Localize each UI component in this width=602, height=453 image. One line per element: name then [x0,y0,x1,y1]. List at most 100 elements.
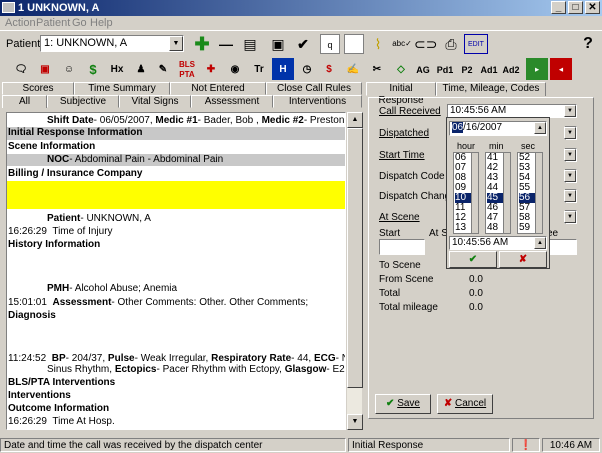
tools-icon[interactable]: ✂ [366,58,388,80]
chevron-down-icon[interactable]: ▼ [564,149,576,161]
billing-icon[interactable]: $ [82,58,104,80]
section-bls-pta: BLS/PTA Interventions [8,377,116,388]
tab-interventions[interactable]: Interventions [273,95,362,108]
trauma-button[interactable]: Tr [248,58,270,80]
tab-time-mileage-codes[interactable]: Time, Mileage, Codes [436,82,546,96]
tab-subjective[interactable]: Subjective [47,95,119,108]
form-icon[interactable]: ◇ [390,58,412,80]
hour-column[interactable]: 06 07 08 09 10 11 12 13 [453,152,479,234]
dispatch-change-label: Dispatch Change [379,191,456,202]
clock-icon[interactable]: ◷ [296,58,318,80]
patient-select[interactable]: 1: UNKNOWN, A ▼ [40,35,184,52]
bls-pta-button[interactable]: BLS PTA [176,58,198,80]
printer-icon[interactable]: ⎙ [441,34,461,54]
syringe-icon[interactable]: ✎ [152,58,174,80]
datetime-picker[interactable]: 06/16/2007 ▲ hour min sec 06 07 08 09 10 11 12… [446,117,550,269]
signature-icon[interactable]: ✍ [342,58,364,80]
hx-button[interactable]: Hx [106,58,128,80]
ag-button[interactable]: AG [412,58,434,80]
medical-bag-icon[interactable]: ▣ [34,58,56,80]
picker-ok-button[interactable]: ✔ [449,251,497,268]
menu-patient[interactable]: Patient [36,17,70,29]
assessment-line: 15:01:01 Assessment- Other Comments: Oth… [8,297,309,308]
state-data-receive-icon[interactable]: ◀ [550,58,572,80]
chevron-down-icon[interactable]: ▼ [564,211,576,223]
spellcheck-icon[interactable]: abc✓ [392,34,412,54]
ad2-button[interactable]: Ad2 [500,58,522,80]
medkit-icon[interactable]: ✚ [200,58,222,80]
status-bar: Date and time the call was received by t… [0,437,602,453]
date-field[interactable]: 06/16/2007 ▲ [449,121,547,136]
patient-select-value: 1: UNKNOWN, A [44,37,128,49]
tab-time-summary[interactable]: Time Summary [74,82,170,95]
scroll-thumb[interactable] [347,128,363,388]
picker-min-option[interactable]: 48 [487,223,503,233]
scroll-down-icon[interactable]: ▼ [347,414,363,430]
history-icon[interactable]: 🗨 [10,58,32,80]
tab-close-call-rules[interactable]: Close Call Rules [266,82,362,95]
person-icon[interactable]: ♟ [130,58,152,80]
time-field[interactable]: 10:45:56 AM ▲ [449,236,547,250]
ad1-button[interactable]: Ad1 [478,58,500,80]
dispatched-dropdown[interactable]: ▼ [564,126,577,140]
chevron-down-icon[interactable]: ▼ [564,127,576,139]
picker-min-scrollbar[interactable] [503,153,510,233]
picker-hour-option[interactable]: 13 [455,223,471,233]
dispatch-code-dropdown[interactable]: ▼ [564,169,577,183]
eye-icon[interactable]: ◉ [224,58,246,80]
menu-help[interactable]: Help [90,17,113,29]
picker-sec-option[interactable]: 59 [519,223,535,233]
tab-initial-response[interactable]: Initial Response [366,82,436,106]
tab-assessment[interactable]: Assessment [191,95,273,108]
tab-all[interactable]: All [2,95,47,108]
face-icon[interactable]: ☺ [58,58,80,80]
add-icon[interactable]: ✚ [192,34,212,54]
chevron-down-icon[interactable]: ▼ [564,105,576,117]
start-input[interactable] [379,239,425,255]
minimize-button[interactable]: _ [551,1,566,14]
scroll-up-icon[interactable]: ▲ [347,112,363,128]
at-scene-dropdown[interactable]: ▼ [564,210,577,224]
patient-label: Patient [6,38,41,50]
maximize-button[interactable]: □ [568,1,583,14]
report-document[interactable]: Shift Date- 06/05/2007, Medic #1- Bader,… [6,112,346,430]
p2-button[interactable]: P2 [456,58,478,80]
chevron-down-icon[interactable]: ▼ [564,190,576,202]
picker-hour-scrollbar[interactable] [471,153,478,233]
min-column[interactable]: 41 42 43 44 45 46 47 48 [485,152,511,234]
pd1-button[interactable]: Pd1 [434,58,456,80]
checkmark-icon[interactable]: ✔ [293,34,313,54]
picker-cancel-button[interactable]: ✘ [499,251,547,268]
total-value: 0.0 [469,288,483,299]
chevron-down-icon[interactable]: ▼ [564,170,576,182]
dispatch-change-dropdown[interactable]: ▼ [564,189,577,203]
chevron-down-icon[interactable]: ▼ [169,36,183,51]
call-received-field[interactable]: 10:45:56 AM ▼ [447,104,577,118]
date-spinner[interactable]: ▲ [534,122,546,134]
paperclip-icon[interactable]: ⌇ [368,34,388,54]
hospital-button[interactable]: H [272,58,294,80]
start-time-dropdown[interactable]: ▼ [564,148,577,162]
picker-sec-scrollbar[interactable] [535,153,542,233]
sec-column[interactable]: 52 53 54 55 56 57 58 59 [517,152,543,234]
find-icon[interactable]: q [320,34,340,54]
tab-vital-signs[interactable]: Vital Signs [119,95,191,108]
billing-code-icon[interactable]: $ [318,58,340,80]
save-disk-icon[interactable]: ▣ [268,34,288,54]
time-spinner[interactable]: ▲ [534,237,546,249]
document-icon[interactable]: ▤ [240,34,260,54]
tab-not-entered[interactable]: Not Entered [170,82,266,95]
edit-icon[interactable]: EDIT [464,34,488,54]
save-button[interactable]: ✔ Save [375,394,431,414]
minus-icon[interactable]: — [216,34,236,54]
page-icon[interactable] [344,34,364,54]
close-button[interactable]: ✕ [585,1,600,14]
pill-icon[interactable]: ⊂⊃ [414,34,437,54]
menu-go[interactable]: Go [72,17,87,29]
menu-action[interactable]: Action [5,17,36,29]
cancel-button[interactable]: ✘ Cancel [437,394,493,414]
state-data-send-icon[interactable]: ▶ [526,58,548,80]
help-icon[interactable]: ? [578,34,598,54]
tab-scores[interactable]: Scores [2,82,74,95]
report-scrollbar[interactable]: ▲ ▼ [346,112,363,430]
